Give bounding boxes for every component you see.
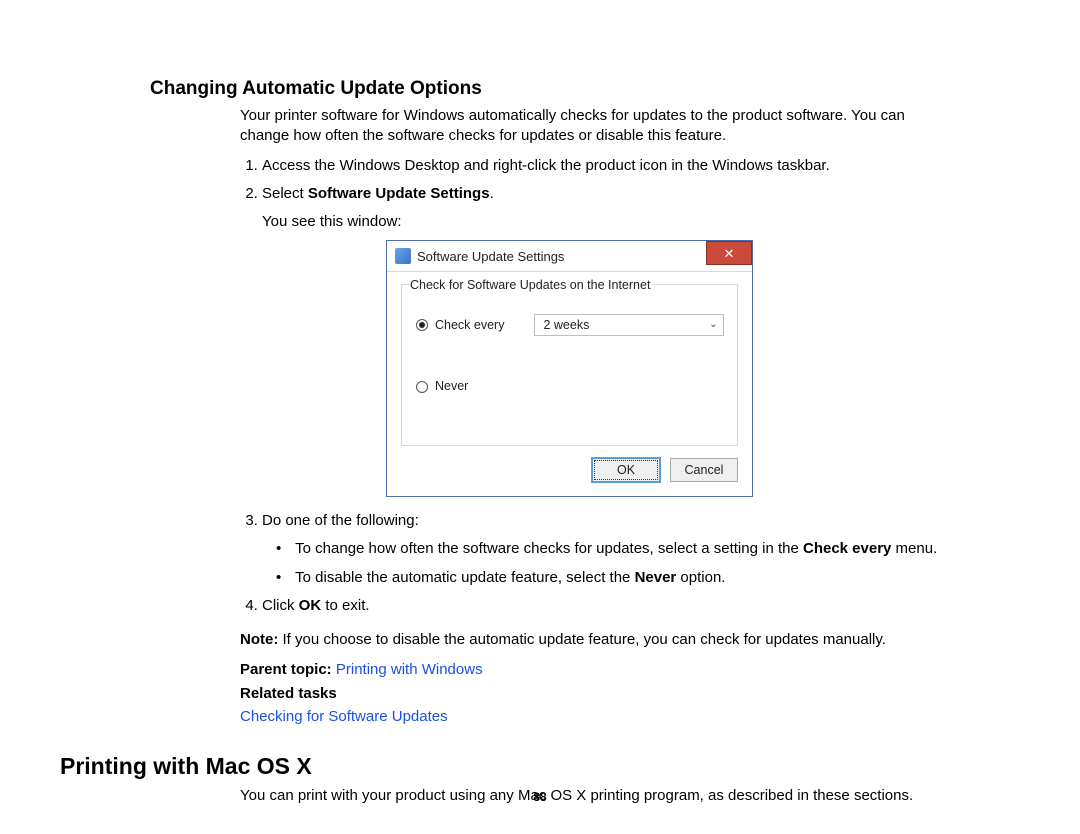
cancel-button[interactable]: Cancel (670, 458, 738, 482)
step-2-post: . (490, 185, 494, 202)
bullet-never: To disable the automatic update feature,… (276, 568, 940, 588)
step-1: Access the Windows Desktop and right-cli… (262, 156, 940, 176)
bullet2-bold: Never (635, 569, 677, 586)
close-button[interactable]: ✕ (706, 241, 752, 265)
chevron-down-icon: ⌄ (709, 318, 717, 332)
step-1-text: Access the Windows Desktop and right-cli… (262, 157, 830, 174)
radio-check-every[interactable] (416, 319, 428, 331)
dialog-body: Check for Software Updates on the Intern… (387, 272, 752, 496)
radio-never-row: Never (416, 378, 729, 395)
document-page: Changing Automatic Update Options Your p… (0, 0, 1080, 834)
radio-never-label: Never (435, 378, 468, 395)
radio-check-every-row: Check every 2 weeks ⌄ (416, 314, 729, 336)
related-tasks-label: Related tasks (240, 684, 940, 704)
note-label: Note: (240, 631, 278, 648)
radio-never[interactable] (416, 381, 428, 393)
app-icon (395, 248, 411, 264)
related-tasks-link[interactable]: Checking for Software Updates (240, 707, 940, 727)
note-text: If you choose to disable the automatic u… (278, 631, 886, 648)
step-2-after: You see this window: (262, 212, 940, 232)
parent-topic-label: Parent topic: (240, 661, 336, 678)
page-number: 88 (0, 790, 1080, 804)
bullet1-pre: To change how often the software checks … (295, 540, 803, 557)
interval-dropdown[interactable]: 2 weeks ⌄ (534, 314, 724, 336)
intro-paragraph: Your printer software for Windows automa… (240, 106, 940, 146)
dialog-button-row: OK Cancel (401, 458, 738, 482)
close-icon: ✕ (724, 247, 735, 260)
ok-button[interactable]: OK (592, 458, 660, 482)
bullet2-post: option. (676, 569, 725, 586)
radio-check-every-label: Check every (435, 317, 504, 334)
step-2: Select Software Update Settings. You see… (262, 184, 940, 497)
dialog-title: Software Update Settings (417, 248, 564, 266)
parent-topic-link[interactable]: Printing with Windows (336, 661, 483, 678)
step4-pre: Click (262, 597, 299, 614)
step-3-bullets: To change how often the software checks … (262, 539, 940, 588)
note-paragraph: Note: If you choose to disable the autom… (240, 630, 940, 650)
step-3: Do one of the following: To change how o… (262, 511, 940, 588)
step-4: Click OK to exit. (262, 596, 940, 616)
step-2-bold: Software Update Settings (308, 185, 490, 202)
groupbox-legend: Check for Software Updates on the Intern… (410, 277, 654, 294)
cancel-button-label: Cancel (685, 462, 724, 479)
parent-topic-line: Parent topic: Printing with Windows (240, 660, 940, 680)
step-3-lead: Do one of the following: (262, 512, 419, 529)
bullet-check-every: To change how often the software checks … (276, 539, 940, 559)
bullet1-post: menu. (891, 540, 937, 557)
steps-list: Access the Windows Desktop and right-cli… (240, 156, 940, 617)
ok-button-label: OK (617, 462, 635, 479)
screenshot-dialog-wrap: Software Update Settings ✕ Check for Sof… (386, 240, 940, 497)
software-update-settings-dialog: Software Update Settings ✕ Check for Sof… (386, 240, 753, 497)
section-heading-mac-osx: Printing with Mac OS X (60, 753, 940, 780)
step4-bold: OK (299, 597, 322, 614)
interval-dropdown-value: 2 weeks (543, 317, 589, 334)
step-2-pre: Select (262, 185, 308, 202)
bullet2-pre: To disable the automatic update feature,… (295, 569, 634, 586)
update-check-groupbox: Check for Software Updates on the Intern… (401, 284, 738, 446)
dialog-titlebar: Software Update Settings ✕ (387, 241, 752, 272)
section-heading-update-options: Changing Automatic Update Options (150, 78, 940, 100)
step4-post: to exit. (321, 597, 369, 614)
bullet1-bold: Check every (803, 540, 891, 557)
